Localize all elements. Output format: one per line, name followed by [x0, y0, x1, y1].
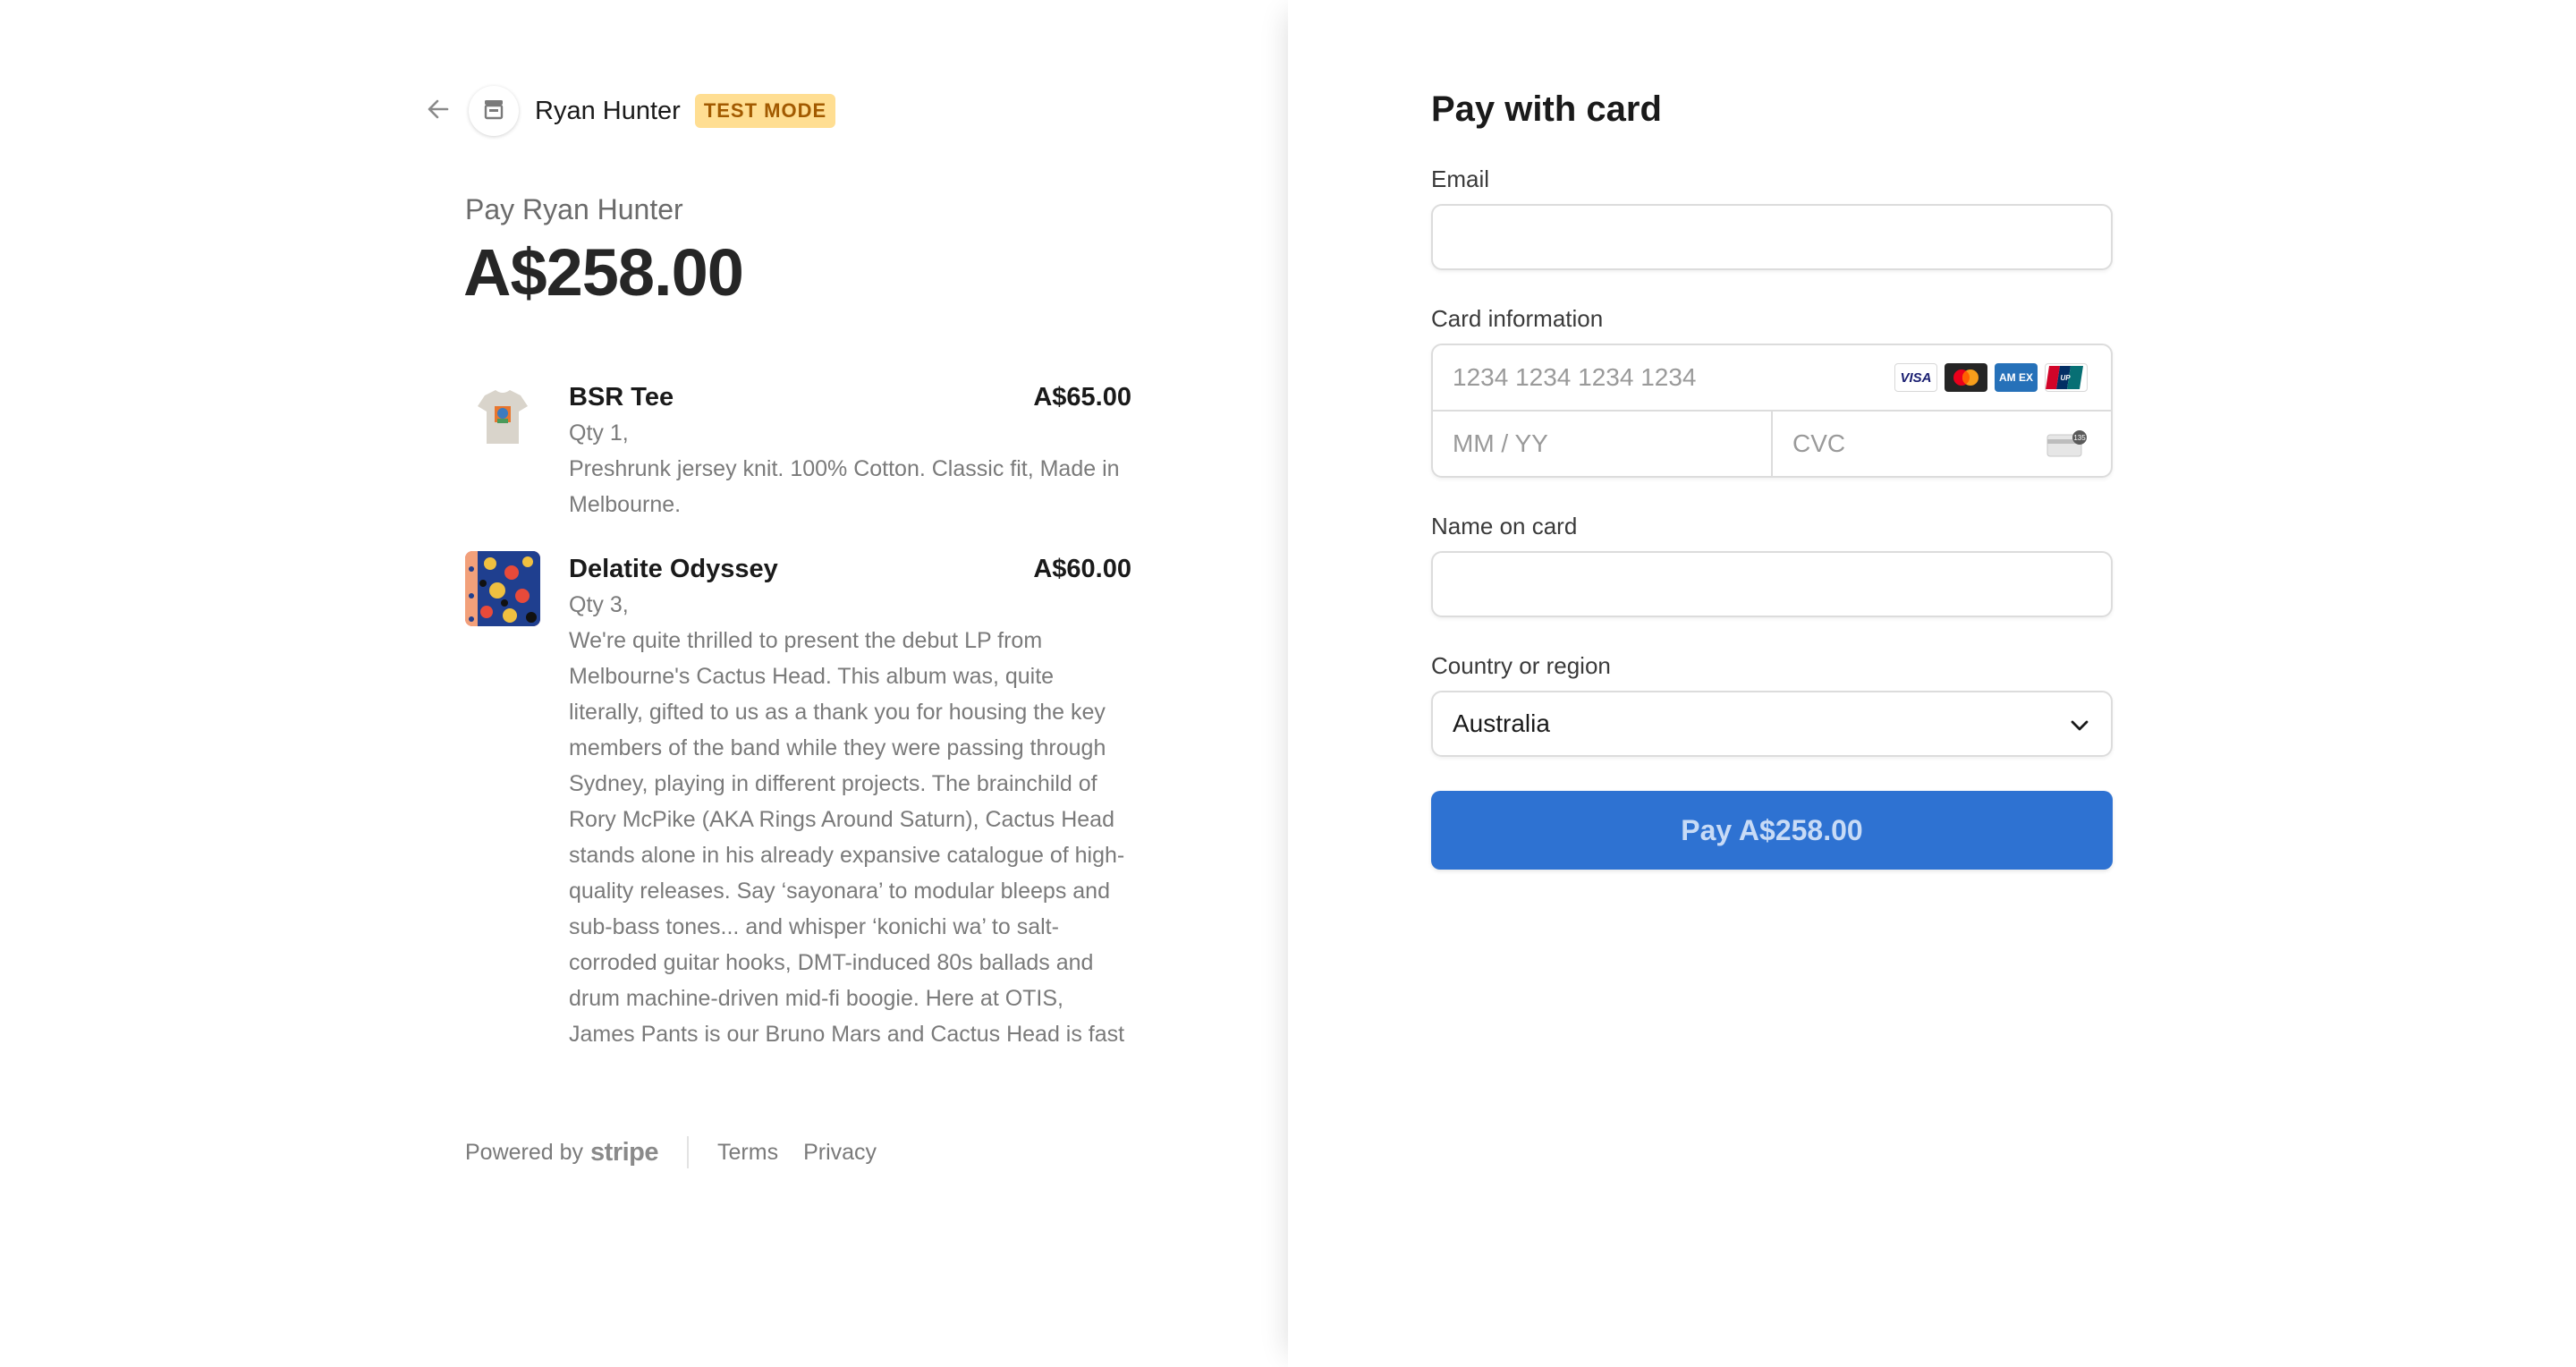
item-price: A$60.00: [1033, 555, 1131, 583]
name-group: Name on card: [1431, 512, 2113, 617]
chevron-down-icon: [2068, 714, 2091, 743]
stripe-logo: stripe: [590, 1137, 659, 1167]
cvc-cell: 135: [1773, 412, 2111, 476]
store-icon: [482, 98, 505, 125]
card-brand-logos: VISA AM EX UP: [1894, 363, 2088, 392]
line-item-details: BSR Tee A$65.00 Qty 1, Preshrunk jersey …: [569, 379, 1131, 522]
checkout-page: Ryan Hunter TEST MODE Pay Ryan Hunter A$…: [0, 0, 2576, 1367]
arrow-left-icon: [426, 97, 451, 126]
footer-divider: [687, 1136, 690, 1168]
name-input-box: [1431, 551, 2113, 617]
product-image-delatite-odyssey: [465, 551, 540, 626]
back-button[interactable]: [420, 93, 456, 129]
powered-by-label: Powered by: [465, 1139, 584, 1165]
name-on-card-label: Name on card: [1431, 513, 1578, 539]
svg-text:UP: UP: [2060, 374, 2071, 382]
unionpay-logo-icon: UP: [2045, 363, 2088, 392]
test-mode-badge: TEST MODE: [694, 94, 836, 128]
card-info-group: Card information VISA: [1431, 304, 2113, 478]
payment-panel: Pay with card Email Card information VIS…: [1288, 0, 2576, 1367]
item-price: A$65.00: [1033, 383, 1131, 412]
terms-link[interactable]: Terms: [717, 1140, 778, 1166]
item-quantity: Qty 3,: [569, 592, 629, 617]
country-group: Country or region Australia: [1431, 651, 2113, 757]
expiry-cell: [1433, 412, 1773, 476]
footer: Powered by stripe Terms Privacy: [465, 1136, 902, 1168]
card-info-label: Card information: [1431, 305, 1604, 332]
order-summary-panel: Ryan Hunter TEST MODE Pay Ryan Hunter A$…: [0, 0, 1288, 1367]
store-avatar: [469, 86, 519, 136]
item-description: Preshrunk jersey knit. 100% Cotton. Clas…: [569, 456, 1120, 517]
cvc-card-icon: 135: [2046, 429, 2089, 463]
country-select[interactable]: Australia: [1431, 691, 2113, 757]
country-label: Country or region: [1431, 652, 1611, 679]
country-value: Australia: [1453, 709, 1550, 737]
item-description: We're quite thrilled to present the debu…: [569, 628, 1125, 1047]
expiry-field[interactable]: [1433, 412, 1771, 476]
merchant-name: Ryan Hunter: [535, 96, 681, 125]
email-label: Email: [1431, 166, 1490, 192]
item-description-clip[interactable]: We're quite thrilled to present the debu…: [569, 623, 1131, 1052]
powered-by[interactable]: Powered by stripe: [465, 1137, 659, 1167]
pay-to-label: Pay Ryan Hunter: [465, 193, 683, 225]
name-on-card-field[interactable]: [1433, 553, 2111, 616]
form-title: Pay with card: [1431, 89, 1662, 129]
item-quantity: Qty 1,: [569, 420, 629, 446]
email-field[interactable]: [1433, 206, 2111, 268]
pay-button[interactable]: Pay A$258.00: [1431, 791, 2113, 870]
email-input-box: [1431, 204, 2113, 270]
visa-logo-icon: VISA: [1894, 363, 1937, 392]
email-group: Email: [1431, 165, 2113, 270]
card-info-box: VISA AM EX: [1431, 344, 2113, 478]
merchant-header: Ryan Hunter TEST MODE: [420, 86, 836, 136]
total-amount: A$258.00: [463, 235, 744, 310]
card-expiry-cvc-row: 135: [1433, 412, 2111, 476]
card-number-row: VISA AM EX: [1433, 345, 2111, 412]
privacy-link[interactable]: Privacy: [803, 1140, 877, 1166]
svg-text:135: 135: [2073, 434, 2086, 442]
amex-logo-icon: AM EX: [1995, 363, 2038, 392]
payment-form: Pay with card Email Card information VIS…: [1431, 86, 2113, 870]
card-number-field[interactable]: [1433, 345, 1898, 410]
line-item-details: Delatite Odyssey A$60.00 Qty 3, We're qu…: [569, 551, 1131, 1052]
mastercard-logo-icon: [1945, 363, 1987, 392]
product-image-bsr-tee: [465, 379, 540, 454]
